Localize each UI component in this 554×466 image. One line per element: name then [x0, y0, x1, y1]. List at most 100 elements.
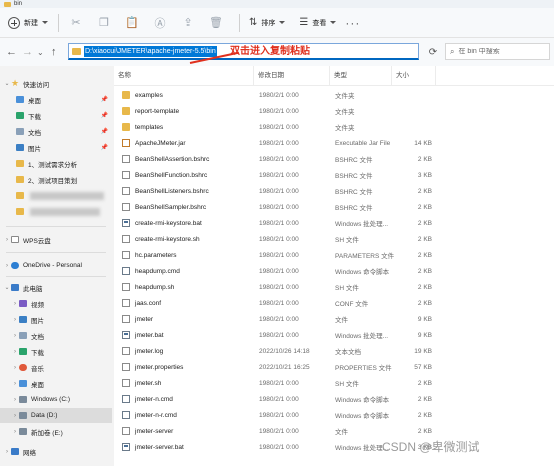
file-size: 2 KB [417, 203, 432, 211]
file-row[interactable]: ApacheJMeter.jar 1980/2/1 0:00 Executable … [114, 135, 554, 151]
sidebar-item-music[interactable]: › 音乐 [0, 360, 112, 375]
rename-button[interactable]: Ⓐ [149, 13, 171, 33]
column-header-size[interactable]: 大小 [392, 65, 436, 86]
sidebar-network[interactable]: › 网络 [0, 444, 112, 459]
cut-button[interactable]: ✂ [65, 13, 87, 33]
file-type: 文件夹 [335, 93, 355, 100]
file-row[interactable]: jmeter-server 1980/2/1 0:00 文件 2 KB [114, 423, 554, 439]
sidebar-item-pc-downloads[interactable]: › 下载 [0, 344, 112, 359]
sidebar-item-downloads[interactable]: 下载 📌 [0, 108, 112, 123]
file-row[interactable]: hc.parameters 1980/2/1 0:00 PARAMETERS 文件 2… [114, 247, 554, 263]
view-button[interactable]: ☰ 查看 [296, 13, 339, 33]
sidebar-item-pc-pictures[interactable]: › 图片 [0, 312, 112, 327]
file-row[interactable]: jmeter.log 2022/10/26 14:18 文本文档 19 KB [114, 343, 554, 359]
command-bar: 新建 ✂ ❐ 📋 Ⓐ ⇪ 🗑 ⇅ 排序 ☰ 查看 ··· [0, 8, 554, 38]
sidebar-item-test-analysis[interactable]: 1、测试需求分析 [0, 156, 112, 171]
sidebar-item-pc-documents[interactable]: › 文档 [0, 328, 112, 343]
picture-icon [16, 144, 24, 151]
sidebar-this-pc[interactable]: ⌄ 此电脑 [0, 280, 112, 295]
file-icon [122, 379, 130, 387]
file-icon [122, 187, 130, 195]
column-header-name[interactable]: 名称 [114, 65, 254, 86]
file-row[interactable]: heapdump.sh 1980/2/1 0:00 SH 文件 2 KB [114, 279, 554, 295]
forward-arrow-icon[interactable]: → [22, 46, 33, 58]
column-header-type[interactable]: 类型 [330, 65, 392, 86]
address-path[interactable]: D:\xiaocui\JMETER\apache-jmeter-5.5\bin [84, 45, 217, 57]
file-date: 1980/2/1 0:00 [259, 107, 299, 115]
sidebar-item-drive-d[interactable]: › Data (D:) [0, 408, 112, 423]
sidebar-item-pc-desktop[interactable]: › 桌面 [0, 376, 112, 391]
copy-button[interactable]: ❐ [93, 13, 115, 33]
file-row[interactable]: examples 1980/2/1 0:00 文件夹 [114, 87, 554, 103]
sidebar-item-label: 桌面 [28, 97, 41, 105]
file-size: 2 KB [417, 219, 432, 227]
file-row[interactable]: jmeter.sh 1980/2/1 0:00 SH 文件 2 KB [114, 375, 554, 391]
paste-button[interactable]: 📋 [121, 13, 143, 33]
file-type: SH 文件 [335, 237, 359, 244]
file-row[interactable]: BeanShellSampler.bshrc 1980/2/1 0:00 BSHRC… [114, 199, 554, 215]
file-icon [122, 347, 130, 355]
delete-button[interactable]: 🗑 [205, 13, 227, 33]
chevron-right-icon: › [14, 300, 16, 307]
sidebar-item-videos[interactable]: › 视频 [0, 296, 112, 311]
sidebar-item-redacted[interactable] [0, 204, 112, 219]
sidebar-item-label: 快速访问 [23, 81, 50, 89]
file-type: BSHRC 文件 [335, 189, 373, 196]
file-row[interactable]: BeanShellAssertion.bshrc 1980/2/1 0:00 BSH… [114, 151, 554, 167]
chevron-right-icon: › [14, 428, 16, 435]
file-row[interactable]: jmeter 1980/2/1 0:00 文件 9 KB [114, 311, 554, 327]
file-icon [122, 251, 130, 259]
sidebar-item-test-planning[interactable]: 2、测试项目策划 [0, 172, 112, 187]
file-row[interactable]: jaas.conf 1980/2/1 0:00 CONF 文件 2 KB [114, 295, 554, 311]
file-row[interactable]: jmeter.bat 1980/2/1 0:00 Windows 批处理... 9 K… [114, 327, 554, 343]
chevron-right-icon: › [14, 332, 16, 339]
recent-locations-chevron-icon[interactable]: ⌄ [37, 48, 44, 57]
sidebar-item-desktop[interactable]: 桌面 📌 [0, 92, 112, 107]
sidebar-quick-access[interactable]: ⌄ ★ 快速访问 [0, 76, 112, 91]
sidebar-item-drive-e[interactable]: › 新加卷 (E:) [0, 424, 112, 439]
file-name-cell: heapdump.sh [122, 283, 174, 291]
file-type: Windows 命令脚本 [335, 413, 390, 420]
sidebar-onedrive[interactable]: › OneDrive - Personal [0, 258, 112, 273]
sidebar-wps-cloud[interactable]: › WPS云盘 [0, 232, 112, 247]
back-arrow-icon[interactable]: ← [6, 46, 17, 58]
sidebar-item-drive-c[interactable]: › Windows (C:) [0, 392, 112, 407]
search-input[interactable] [458, 48, 544, 55]
share-button[interactable]: ⇪ [177, 13, 199, 33]
file-row[interactable]: BeanShellFunction.bshrc 1980/2/1 0:00 BSHR… [114, 167, 554, 183]
picture-icon [19, 316, 27, 323]
new-button[interactable]: 新建 [4, 13, 52, 33]
drive-icon [19, 396, 27, 403]
more-options-button[interactable]: ··· [345, 16, 360, 30]
file-date: 1980/2/1 0:00 [259, 299, 299, 307]
file-row[interactable]: BeanShellListeners.bshrc 1980/2/1 0:00 BSH… [114, 183, 554, 199]
refresh-icon[interactable]: ⟳ [425, 44, 441, 60]
file-row[interactable]: report-template 1980/2/1 0:00 文件夹 [114, 103, 554, 119]
file-row[interactable]: templates 1980/2/1 0:00 文件夹 [114, 119, 554, 135]
file-size: 2 KB [417, 283, 432, 291]
sort-button[interactable]: ⇅ 排序 [246, 13, 288, 33]
redacted-label [30, 192, 104, 200]
file-row[interactable]: create-rmi-keystore.bat 1980/2/1 0:00 Wind… [114, 215, 554, 231]
file-row[interactable]: jmeter-server.bat 1980/2/1 0:00 Windows 批处… [114, 439, 554, 455]
file-row[interactable]: jmeter.properties 2022/10/21 16:25 PROPERT… [114, 359, 554, 375]
file-size: 3 KB [417, 171, 432, 179]
file-row[interactable]: create-rmi-keystore.sh 1980/2/1 0:00 SH 文件… [114, 231, 554, 247]
file-row[interactable]: jmeter-n.cmd 1980/2/1 0:00 Windows 命令脚本 2 K… [114, 391, 554, 407]
up-arrow-icon[interactable]: ↑ [51, 46, 57, 58]
search-box[interactable]: ⌕ [445, 43, 550, 60]
file-name-cell: report-template [122, 107, 179, 115]
file-row[interactable]: heapdump.cmd 1980/2/1 0:00 Windows 命令脚本 2 K… [114, 263, 554, 279]
file-size: 19 KB [414, 347, 432, 355]
sidebar-item-label: 下载 [31, 349, 44, 357]
sidebar-item-pictures[interactable]: 图片 📌 [0, 140, 112, 155]
file-name: heapdump.cmd [135, 267, 180, 275]
file-row[interactable]: jmeter-n-r.cmd 1980/2/1 0:00 Windows 命令脚本 2… [114, 407, 554, 423]
sidebar-item-redacted[interactable] [0, 188, 112, 203]
copy-icon: ❐ [99, 17, 109, 29]
column-header-date[interactable]: 修改日期 [254, 65, 330, 86]
file-name: hc.parameters [135, 251, 177, 259]
file-type: 文件夹 [335, 125, 355, 132]
sidebar-item-documents[interactable]: 文档 📌 [0, 124, 112, 139]
file-date: 1980/2/1 0:00 [259, 267, 299, 275]
